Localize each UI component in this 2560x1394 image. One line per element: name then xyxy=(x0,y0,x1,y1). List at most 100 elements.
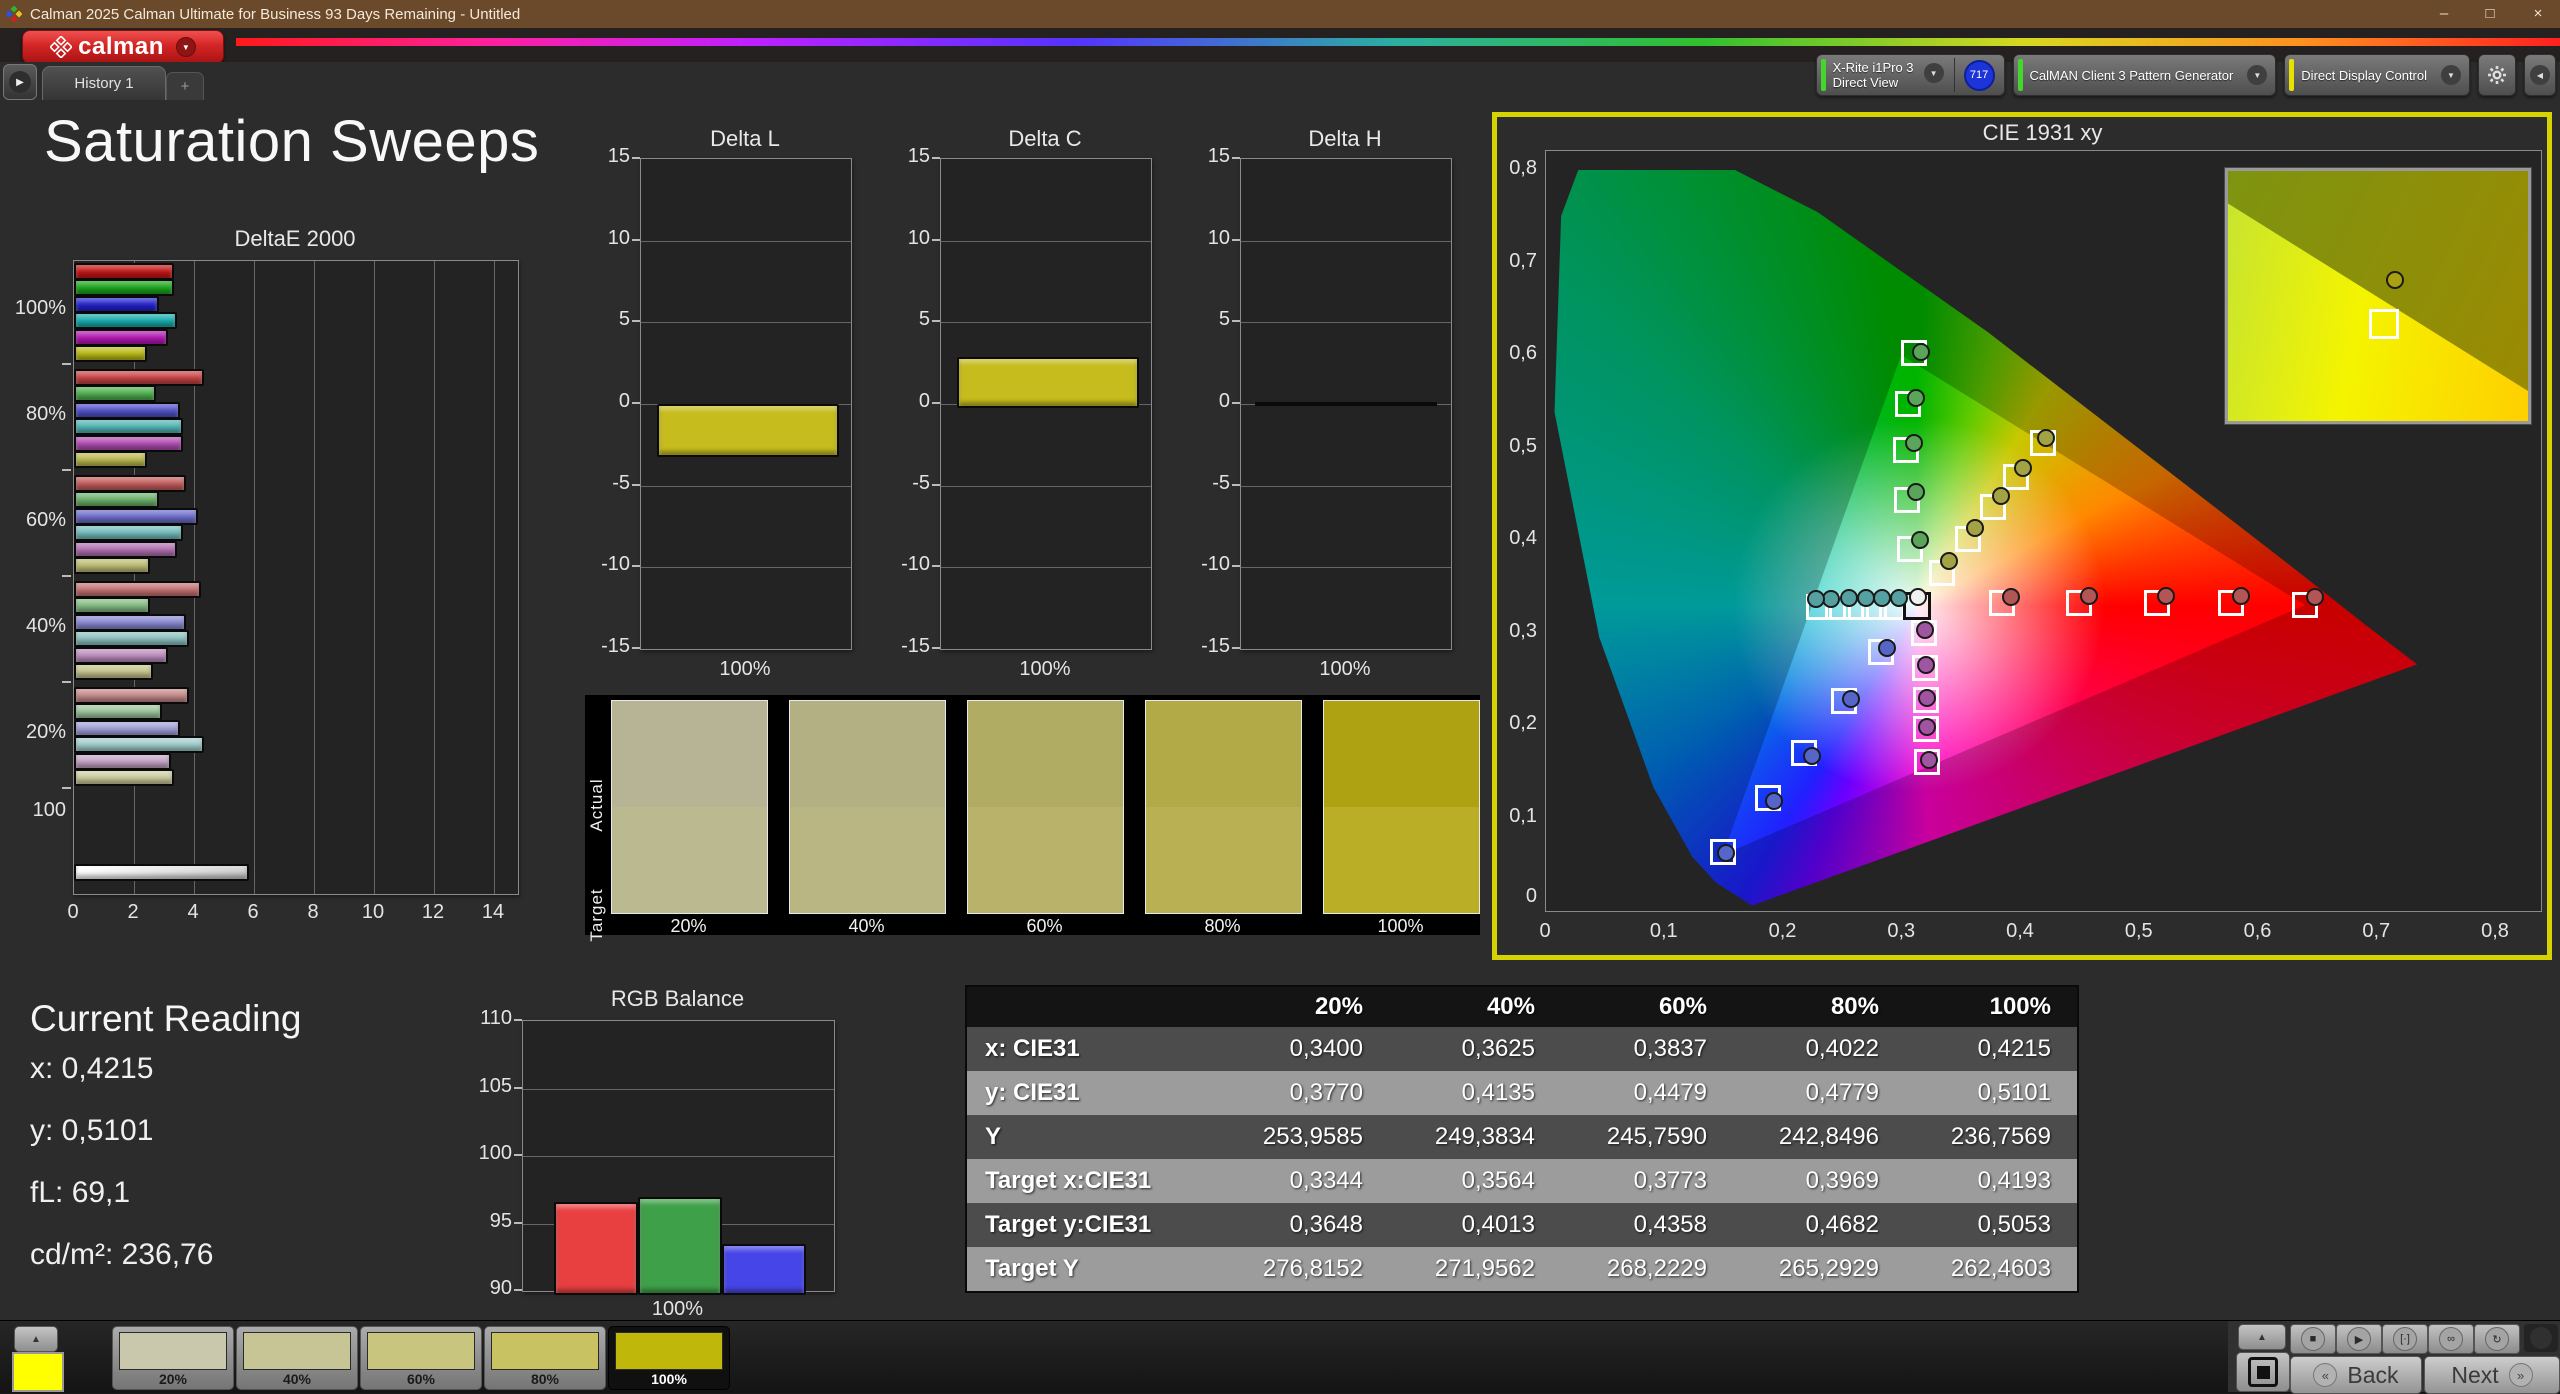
table-row-label: Y xyxy=(967,1115,1217,1159)
gridline xyxy=(523,1156,834,1157)
rgb-balance-title: RGB Balance xyxy=(522,986,833,1012)
table-cell-value: 0,4022 xyxy=(1733,1027,1905,1071)
patch-button-60%[interactable]: 60% xyxy=(360,1326,482,1390)
cie-x-tick: 0,5 xyxy=(2109,920,2169,943)
table-cell-value: 249,3834 xyxy=(1389,1115,1561,1159)
stop-icon: ■ xyxy=(2301,1327,2325,1351)
gridline xyxy=(1241,322,1451,323)
collapse-toolbar-button[interactable]: ◀ xyxy=(2524,54,2556,96)
table-cell-value: 0,4135 xyxy=(1389,1071,1561,1115)
rainbow-strip xyxy=(236,38,2560,46)
swatch-target-80% xyxy=(1146,807,1301,913)
expand-patch-panel-button[interactable]: ▲ xyxy=(14,1326,58,1352)
tab-history-1[interactable]: History 1 xyxy=(42,66,166,100)
cie-chart-title: CIE 1931 xy xyxy=(1545,120,2540,146)
back-button[interactable]: « Back xyxy=(2290,1356,2422,1394)
delta_l-axis-tick xyxy=(632,565,640,567)
next-button[interactable]: Next » xyxy=(2424,1356,2560,1394)
delta_h-plot xyxy=(1240,158,1452,650)
cie-y-tick: 0,4 xyxy=(1493,527,1537,550)
table-cell-value: 0,5101 xyxy=(1905,1071,2077,1115)
table-row-label: Target y:CIE31 xyxy=(967,1203,1217,1247)
delta_h-axis-tick xyxy=(1232,320,1240,322)
delta_c-bar xyxy=(957,357,1139,408)
table-column-header: 100% xyxy=(1905,987,2077,1027)
patch-button-40%[interactable]: 40% xyxy=(236,1326,358,1390)
actual-target-swatch-strip: Actual Target 20%40%60%80%100% xyxy=(585,695,1480,935)
deltae-bar-yellow xyxy=(74,345,147,362)
patch-button-100%[interactable]: 100% xyxy=(608,1326,730,1390)
deltae-group-label: 100 xyxy=(4,799,66,822)
patch-label: 40% xyxy=(237,1371,357,1387)
delta_c-axis-tick xyxy=(932,402,940,404)
table-row: y: CIE310,37700,41350,44790,47790,5101 xyxy=(967,1071,2077,1115)
swatch-panel-100% xyxy=(1323,700,1480,914)
close-button[interactable]: × xyxy=(2518,0,2558,28)
table-row: Target y:CIE310,36480,40130,43580,46820,… xyxy=(967,1203,2077,1247)
deltae-axis-tick xyxy=(62,363,71,365)
play-button[interactable]: ▶ xyxy=(2336,1324,2382,1354)
table-cell-value: 268,2229 xyxy=(1561,1247,1733,1291)
sidebar-expander-button[interactable]: ▶ xyxy=(3,64,37,100)
rgb-y-tick: 100 xyxy=(468,1142,512,1165)
deltae-axis-tick xyxy=(62,575,71,577)
table-cell-value: 0,4358 xyxy=(1561,1203,1733,1247)
delta_l-y-tick: 0 xyxy=(588,390,630,413)
stop-button[interactable]: ■ xyxy=(2290,1324,2336,1354)
deltae-x-tick: 10 xyxy=(353,901,393,924)
gridline xyxy=(434,261,435,894)
minimize-button[interactable]: – xyxy=(2424,0,2464,28)
collapse-transport-button[interactable]: ▲ xyxy=(2238,1324,2286,1350)
table-cell-value: 0,4479 xyxy=(1561,1071,1733,1115)
measure-continuous-button[interactable]: ∞ xyxy=(2428,1324,2474,1354)
delta_h-axis-tick xyxy=(1232,239,1240,241)
app-window: Calman 2025 Calman Ultimate for Business… xyxy=(0,0,2560,1392)
delta_c-axis-tick xyxy=(932,320,940,322)
meter-count-badge: 717 xyxy=(1964,60,1995,91)
cie-y-tick: 0,8 xyxy=(1493,157,1537,180)
pattern-window-button[interactable] xyxy=(2236,1352,2290,1392)
delta_c-y-tick: 10 xyxy=(888,227,930,250)
patch-button-20%[interactable]: 20% xyxy=(112,1326,234,1390)
pattern-generator-dropdown[interactable]: CalMAN Client 3 Pattern Generator ▼ xyxy=(2013,54,2277,96)
table-cell-value: 0,5053 xyxy=(1905,1203,2077,1247)
table-cell-value: 0,3773 xyxy=(1561,1159,1733,1203)
deltae-group-label: 20% xyxy=(4,721,66,744)
cie-x-tick: 0,8 xyxy=(2465,920,2525,943)
refresh-button[interactable]: ↻ xyxy=(2474,1324,2520,1354)
delta-c-title: Delta C xyxy=(940,126,1150,152)
table-header-row: 20%40%60%80%100% xyxy=(967,987,2077,1027)
meter-dropdown[interactable]: X-Rite i1Pro 3 Direct View ▼ 717 xyxy=(1816,54,2005,96)
swatch-target-20% xyxy=(612,807,767,913)
patch-label: 80% xyxy=(485,1371,605,1387)
deltae-bar-yellow xyxy=(74,663,153,680)
cie-measured-marker-red xyxy=(2306,588,2324,606)
swatch-label: 20% xyxy=(611,916,766,937)
measure-once-button[interactable]: [·] xyxy=(2382,1324,2428,1354)
swatch-actual-20% xyxy=(612,701,767,807)
patch-button-80%[interactable]: 80% xyxy=(484,1326,606,1390)
delta_l-y-tick: -10 xyxy=(588,553,630,576)
patch-label: 60% xyxy=(361,1371,481,1387)
display-control-dropdown[interactable]: Direct Display Control ▼ xyxy=(2284,54,2470,96)
table-row: Target x:CIE310,33440,35640,37730,39690,… xyxy=(967,1159,2077,1203)
swatch-target-100% xyxy=(1324,807,1479,913)
current-reading-fl: fL: 69,1 xyxy=(30,1176,130,1210)
delta_c-axis-tick xyxy=(932,157,940,159)
actual-row-label: Actual xyxy=(587,760,607,850)
deltae-x-tick: 6 xyxy=(233,901,273,924)
table-cell-value: 271,9562 xyxy=(1389,1247,1561,1291)
add-tab-button[interactable]: + xyxy=(166,72,204,100)
swatch-panel-60% xyxy=(967,700,1124,914)
delta_c-y-tick: -10 xyxy=(888,553,930,576)
calman-logo-icon xyxy=(50,36,72,58)
delta_h-axis-tick xyxy=(1232,157,1240,159)
table-cell-value: 0,4682 xyxy=(1733,1203,1905,1247)
restore-button[interactable]: □ xyxy=(2470,0,2510,28)
settings-button[interactable] xyxy=(2478,54,2516,96)
delta_l-axis-tick xyxy=(632,157,640,159)
table-header-spacer xyxy=(967,987,1217,1027)
cie-measured-marker-blue xyxy=(1803,747,1821,765)
cie-x-tick: 0,3 xyxy=(1871,920,1931,943)
calman-menu-button[interactable]: calman ▼ xyxy=(22,30,224,64)
